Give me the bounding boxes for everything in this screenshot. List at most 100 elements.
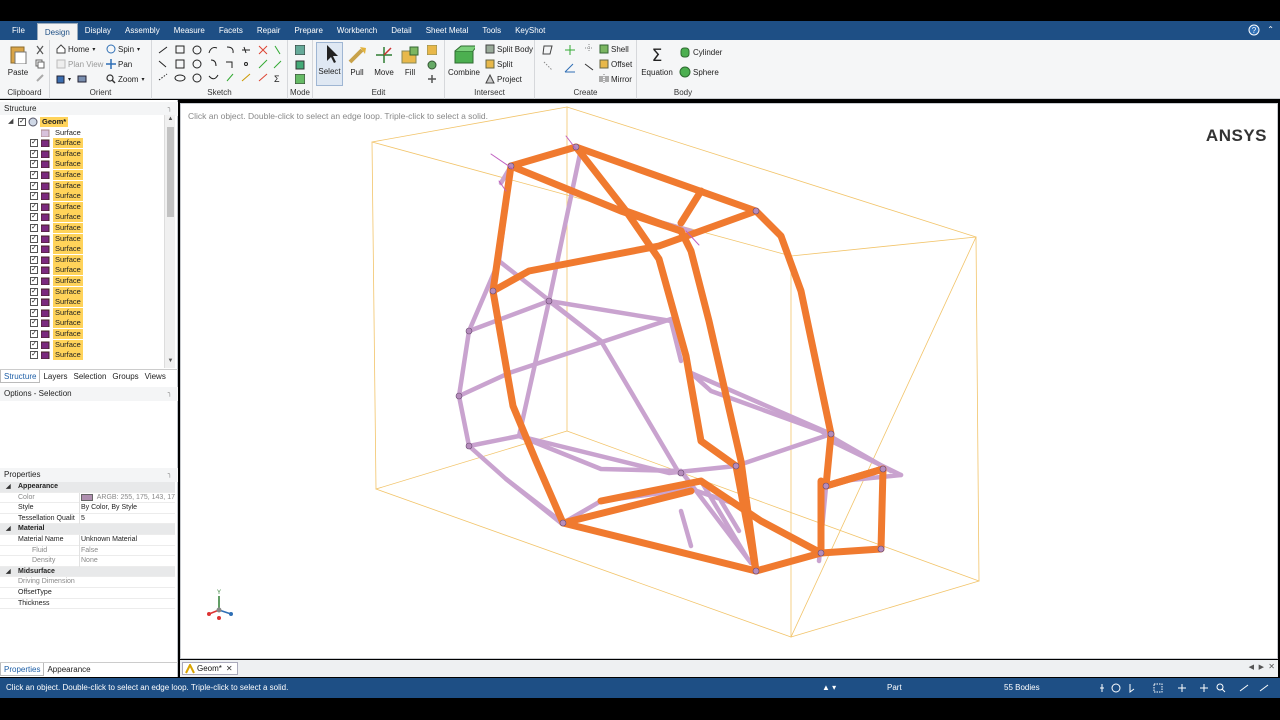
tab-views[interactable]: Views — [142, 370, 169, 383]
unselected-tube[interactable] — [678, 508, 694, 549]
tree-row-surface[interactable]: ✓ Surface — [0, 254, 164, 266]
close-tab-icon[interactable]: ✕ — [226, 663, 233, 674]
tab-structure[interactable]: Structure — [0, 370, 41, 383]
bounding-box-edge[interactable] — [790, 580, 980, 638]
tube-joint[interactable] — [822, 482, 830, 490]
tube-joint[interactable] — [752, 567, 760, 575]
move-button[interactable]: Move — [371, 44, 397, 77]
prop-fluid[interactable]: Fluid False — [0, 545, 175, 557]
menu-keyshot[interactable]: KeyShot — [508, 21, 552, 40]
tab-layers[interactable]: Layers — [40, 370, 70, 383]
category-material[interactable]: ◢ Material — [0, 524, 175, 535]
visibility-checkbox[interactable]: ✓ — [30, 160, 38, 169]
tree-row-surface[interactable]: ✓ Surface — [0, 138, 164, 149]
category-midsurface[interactable]: ◢ Midsurface — [0, 566, 175, 578]
tube-joint[interactable] — [827, 430, 835, 438]
selected-tube[interactable] — [507, 143, 835, 490]
prop-driving-dimension[interactable]: Driving Dimension — [0, 577, 175, 588]
combine-button[interactable]: Combine — [447, 44, 481, 77]
tree-row-surface[interactable]: ✓ Surface — [0, 276, 164, 287]
tab-selection[interactable]: Selection — [70, 370, 109, 383]
tube-joint[interactable] — [489, 287, 497, 295]
3d-viewport[interactable]: Click an object. Double-click to select … — [180, 103, 1278, 659]
ribbon-minimize-icon[interactable]: ⌃ — [1267, 25, 1274, 34]
visibility-checkbox[interactable]: ✓ — [30, 234, 38, 243]
visibility-checkbox[interactable]: ✓ — [30, 308, 38, 317]
tube-joint[interactable] — [559, 519, 567, 527]
visibility-checkbox[interactable]: ✓ — [30, 319, 38, 328]
scroll-down-icon[interactable]: ▼ — [166, 358, 175, 367]
tree-row-surface[interactable]: ✓ Surface — [0, 318, 164, 329]
visibility-checkbox[interactable]: ✓ — [30, 245, 38, 254]
tab-groups[interactable]: Groups — [109, 370, 141, 383]
tree-row-surface[interactable]: ✓ Surface — [0, 170, 164, 181]
cut-icon[interactable] — [35, 45, 45, 55]
visibility-checkbox[interactable]: ✓ — [30, 139, 38, 148]
collapse-icon[interactable]: ◢ — [6, 567, 11, 578]
tree-row-surface[interactable]: ✓ Surface — [0, 265, 164, 276]
menu-display[interactable]: Display — [78, 21, 118, 40]
tree-row-surface-first[interactable]: Surface — [0, 128, 164, 139]
pan-button[interactable]: Pan — [106, 59, 132, 69]
visibility-checkbox[interactable]: ✓ — [30, 330, 38, 338]
menu-repair[interactable]: Repair — [250, 21, 288, 40]
plan-view-button[interactable]: Plan View — [56, 59, 103, 69]
tree-row-surface[interactable]: ✓ Surface — [0, 191, 164, 202]
section-mode-icon[interactable] — [295, 60, 305, 70]
visibility-checkbox[interactable]: ✓ — [30, 202, 38, 211]
unselected-tube[interactable] — [506, 316, 674, 376]
menu-sheet-metal[interactable]: Sheet Metal — [419, 21, 476, 40]
3d-mode-icon[interactable] — [295, 74, 305, 84]
cylinder-button[interactable]: Cylinder — [679, 46, 722, 58]
tree-row-surface[interactable]: ✓ Surface — [0, 350, 164, 361]
tree-scrollbar[interactable]: ▲ ▼ — [164, 115, 175, 368]
tube-joint[interactable] — [455, 392, 463, 400]
status-tools-icon[interactable] — [1100, 682, 1270, 694]
tube-joint[interactable] — [677, 469, 685, 477]
copy-icon[interactable] — [35, 59, 45, 69]
unselected-tube[interactable] — [466, 433, 522, 449]
bounding-box-edge[interactable] — [371, 141, 377, 490]
tree-row-surface[interactable]: ✓ Surface — [0, 233, 164, 245]
select-button[interactable]: Select — [316, 42, 343, 86]
zoom-button[interactable]: Zoom ▾ — [106, 74, 144, 84]
visibility-checkbox[interactable]: ✓ — [30, 255, 38, 264]
scroll-up-icon[interactable]: ▲ — [166, 116, 175, 125]
edit-extra-icon-1[interactable] — [427, 45, 437, 55]
menu-measure[interactable]: Measure — [167, 21, 212, 40]
selected-tube[interactable] — [677, 187, 705, 227]
sketch-mode-icon[interactable] — [295, 45, 305, 55]
sphere-button[interactable]: Sphere — [679, 66, 719, 78]
tube-joint[interactable] — [465, 442, 473, 450]
frame-model[interactable] — [181, 104, 1277, 658]
pull-button[interactable]: Pull — [345, 44, 369, 77]
prop-density[interactable]: Density None — [0, 556, 175, 567]
visibility-checkbox[interactable]: ✓ — [30, 181, 38, 190]
tube-joint[interactable] — [465, 327, 473, 335]
tab-scroll-left-icon[interactable]: ◀ — [1249, 663, 1254, 671]
unselected-tube[interactable] — [828, 438, 904, 478]
split-body-button[interactable]: Split Body — [485, 44, 533, 54]
project-button[interactable]: Project — [485, 74, 522, 84]
format-painter-icon[interactable] — [35, 73, 45, 83]
close-document-icon[interactable]: ✕ — [1268, 662, 1275, 671]
paste-button[interactable]: Paste — [5, 44, 31, 77]
tree-row-surface[interactable]: ✓ Surface — [0, 307, 164, 319]
visibility-checkbox[interactable]: ✓ — [30, 149, 38, 158]
tube-joint[interactable] — [879, 465, 887, 473]
visibility-checkbox[interactable]: ✓ — [30, 298, 38, 307]
tree-row-surface[interactable]: ✓ Surface — [0, 244, 164, 255]
scroll-thumb[interactable] — [167, 127, 174, 217]
visibility-checkbox[interactable]: ✓ — [30, 213, 38, 222]
tree-row-surface[interactable]: ✓ Surface — [0, 201, 164, 213]
tube-joint[interactable] — [752, 207, 760, 215]
root-visibility-checkbox[interactable]: ✓ — [18, 118, 26, 126]
tree-row-surface[interactable]: ✓ Surface — [0, 223, 164, 234]
tree-row-surface[interactable]: ✓ Surface — [0, 159, 164, 170]
tree-row-surface[interactable]: ✓ Surface — [0, 339, 164, 351]
pin-icon[interactable]: ╮ — [168, 387, 172, 401]
help-icon[interactable]: ? — [1248, 24, 1260, 36]
pin-icon[interactable]: ╮ — [168, 102, 172, 116]
menu-tools[interactable]: Tools — [475, 21, 508, 40]
sketch-tools-icon[interactable]: Σ — [156, 44, 286, 88]
